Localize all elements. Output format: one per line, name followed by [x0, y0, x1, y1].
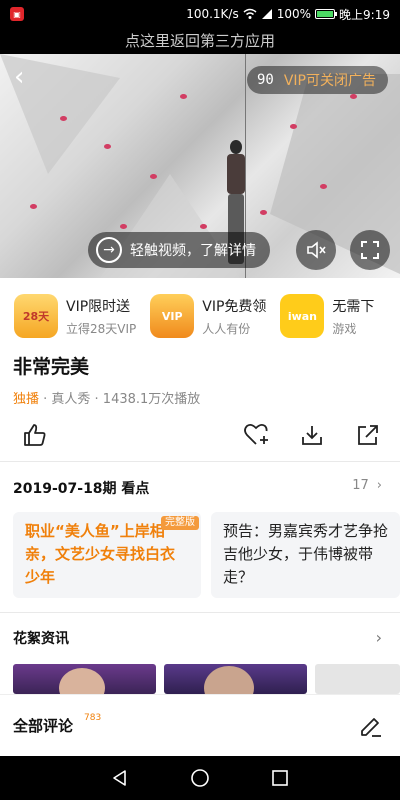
episode-section-title: 2019-07-18期 看点 [13, 481, 150, 497]
episode-card[interactable]: 完整版 职业“美人鱼”上岸相亲，文艺少女寻找白衣少年 [13, 512, 201, 598]
fullscreen-icon [361, 241, 379, 259]
nav-recents-button[interactable] [265, 763, 295, 793]
fullscreen-button[interactable] [350, 230, 390, 270]
chevron-right-icon[interactable]: › [376, 628, 382, 647]
share-button[interactable] [353, 420, 383, 450]
action-bar [0, 420, 400, 452]
iwan-game-icon: iwan [280, 294, 325, 338]
signal-icon [261, 9, 272, 19]
episode-card-text: 职业“美人鱼”上岸相亲，文艺少女寻找白衣少年 [25, 522, 176, 586]
highlight-thumbnail[interactable] [164, 664, 307, 694]
nav-home-button[interactable] [185, 763, 215, 793]
show-meta: 独播 · 真人秀 · 1438.1万次播放 [13, 388, 200, 407]
learn-more-button[interactable]: → 轻触视频，了解详情 [88, 232, 270, 268]
highlight-thumbnail[interactable] [315, 664, 400, 694]
episode-more[interactable]: 17 › [352, 478, 382, 493]
clock: 晚上9:19 [339, 7, 390, 22]
battery-percent: 100% [276, 7, 312, 21]
divider [0, 612, 400, 613]
mute-button[interactable] [296, 230, 336, 270]
promo-vip-limited[interactable]: 28天 VIP限时送 立得28天VIP [14, 294, 136, 338]
vip-gift-icon: 28天 [14, 294, 58, 338]
pencil-icon [361, 718, 381, 737]
promo-subtitle: 游戏 [332, 321, 357, 336]
promo-row: 28天 VIP限时送 立得28天VIP VIP VIP免费领 人人有份 iwan… [0, 288, 400, 344]
square-recents-icon [272, 770, 288, 786]
back-icon[interactable]: ‹ [14, 64, 38, 90]
battery-icon [315, 9, 338, 19]
favorite-button[interactable] [242, 420, 272, 450]
write-comment-button[interactable] [358, 713, 384, 739]
divider [0, 461, 400, 462]
promo-title: VIP免费领 [202, 298, 267, 315]
video-player[interactable]: ‹ 90 VIP可关闭广告 → 轻触视频，了解详情 [0, 54, 400, 278]
return-to-third-party-app[interactable]: 点这里返回第三方应用 [0, 28, 400, 54]
status-bar: ▣ 100.1K/s 100% 晚上9:19 [0, 0, 400, 28]
nav-back-button[interactable] [105, 763, 135, 793]
network-speed: 100.1K/s [186, 7, 239, 21]
heart-plus-icon [244, 423, 268, 445]
exclusive-badge: 独播 [13, 392, 40, 407]
learn-more-label: 轻触视频，了解详情 [130, 243, 256, 259]
thumbs-up-icon [24, 424, 46, 446]
ad-banner[interactable]: 90 VIP可关闭广告 [246, 66, 388, 94]
show-title: 非常完美 [13, 356, 90, 378]
episode-count: 17 [352, 478, 369, 493]
triangle-back-icon [113, 770, 126, 786]
like-button[interactable] [20, 420, 50, 450]
arrow-right-circle-icon: → [96, 237, 122, 263]
promo-title: 无需下 [332, 298, 375, 315]
comment-count: 783 [84, 713, 102, 723]
download-icon [302, 426, 322, 445]
chevron-right-icon: › [376, 478, 382, 493]
highlights-section-title: 花絮资讯 [13, 631, 69, 647]
circle-home-icon [191, 769, 209, 787]
all-comments-label[interactable]: 全部评论 [13, 715, 73, 736]
comment-bar: 全部评论 783 [0, 694, 400, 756]
promo-subtitle: 立得28天VIP [66, 321, 137, 336]
wifi-icon [243, 8, 257, 19]
promo-subtitle: 人人有份 [202, 321, 251, 336]
ad-countdown: 90 [256, 72, 274, 88]
meta-info: · 真人秀 · 1438.1万次播放 [39, 392, 201, 407]
vip-badge-icon: VIP [150, 294, 195, 338]
notification-app-icon: ▣ [10, 7, 24, 21]
episode-card[interactable]: 预告：男嘉宾秀才艺争抢吉他少女，于伟博被带走？ [211, 512, 400, 598]
promo-title: VIP限时送 [66, 298, 131, 315]
full-version-tag: 完整版 [161, 516, 199, 530]
vip-close-ad-button[interactable]: VIP可关闭广告 [284, 70, 376, 90]
promo-vip-free[interactable]: VIP VIP免费领 人人有份 [150, 294, 266, 338]
share-icon [358, 425, 378, 445]
promo-game[interactable]: iwan 无需下 游戏 [280, 294, 374, 338]
status-right: 100.1K/s 100% 晚上9:19 [186, 6, 390, 23]
volume-mute-icon [307, 241, 326, 259]
download-button[interactable] [297, 420, 327, 450]
episode-card-text: 预告：男嘉宾秀才艺争抢吉他少女，于伟博被带走？ [223, 522, 389, 586]
system-nav-bar [0, 756, 400, 800]
highlight-thumbnail[interactable] [13, 664, 156, 694]
